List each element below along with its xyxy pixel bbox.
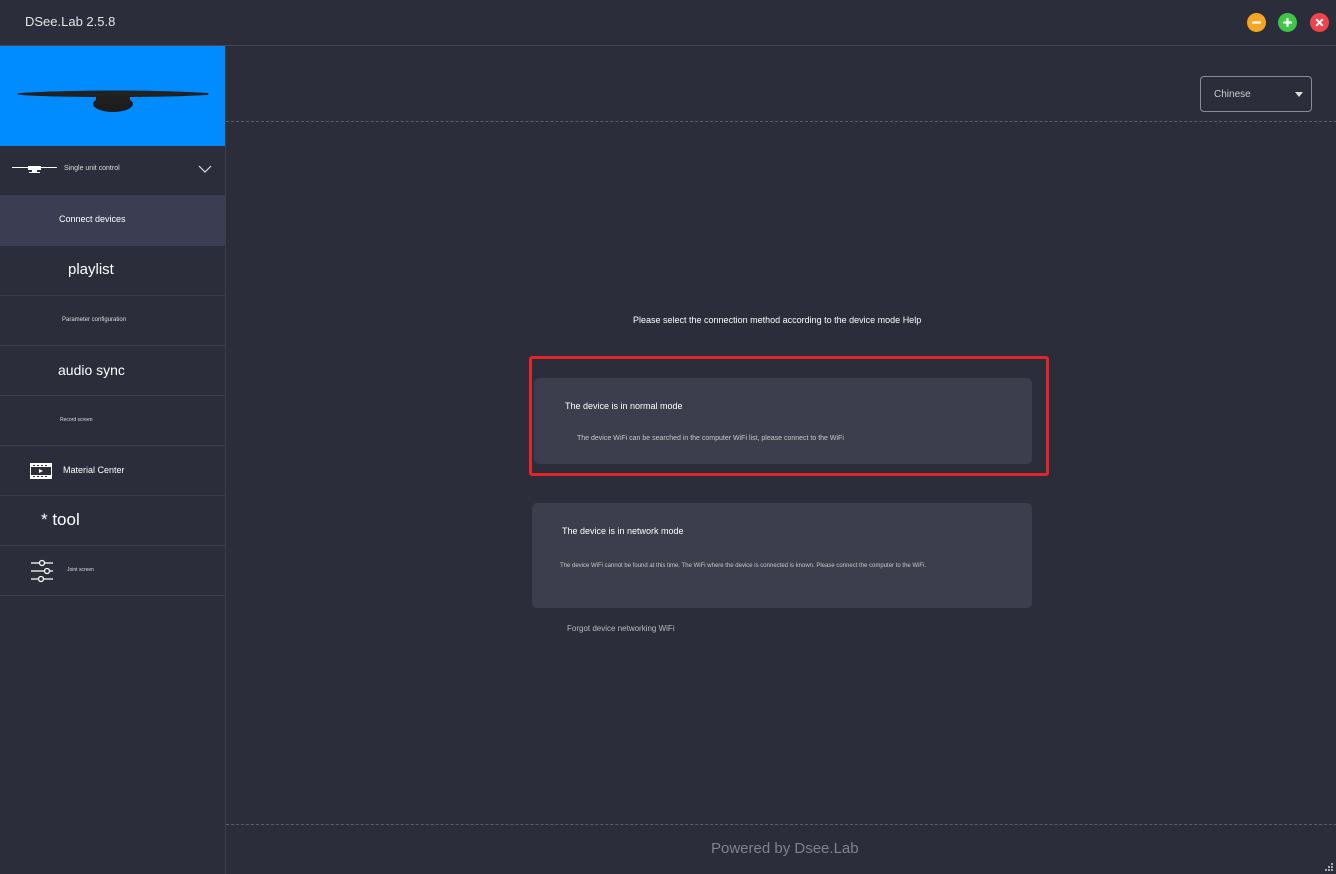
minimize-button[interactable]: [1247, 13, 1266, 32]
minus-icon: [1252, 21, 1261, 24]
language-select[interactable]: Chinese: [1200, 76, 1312, 112]
app-title: DSee.Lab 2.5.8: [25, 14, 116, 29]
sidebar-item-label: Joint screen: [67, 567, 94, 573]
fan-device-illustration: [17, 90, 209, 112]
resize-grip-icon[interactable]: [1322, 860, 1334, 872]
sidebar-item-label: audio sync: [58, 362, 125, 378]
sidebar-item-label: Material Center: [63, 465, 125, 475]
top-bar: Chinese: [226, 46, 1336, 122]
sidebar: Single unit control Connect devices play…: [0, 46, 225, 874]
sidebar-item-label: Parameter configuration: [62, 317, 127, 323]
main-content: Chinese Please select the connection met…: [225, 46, 1336, 874]
instruction-text: Please select the connection method acco…: [633, 315, 901, 325]
network-mode-card[interactable]: The device is in network mode The device…: [532, 503, 1032, 608]
connection-instruction: Please select the connection method acco…: [633, 315, 921, 325]
card-title: The device is in network mode: [562, 526, 684, 536]
maximize-button[interactable]: [1278, 13, 1297, 32]
sidebar-item-joint-screen[interactable]: Joint screen: [0, 546, 225, 596]
chevron-down-icon: [198, 165, 212, 173]
dropdown-arrow-icon: [1295, 92, 1303, 97]
sidebar-item-material-center[interactable]: Material Center: [0, 446, 225, 496]
sidebar-item-connect-devices[interactable]: Connect devices: [0, 196, 225, 246]
sidebar-item-label: Record screen: [60, 417, 93, 423]
group-label: Single unit control: [64, 165, 120, 172]
monitor-icon: [12, 166, 57, 173]
normal-mode-card[interactable]: The device is in normal mode The device …: [534, 378, 1032, 464]
title-bar: DSee.Lab 2.5.8: [0, 0, 1336, 46]
sliders-icon: [31, 559, 53, 583]
close-button[interactable]: [1310, 13, 1329, 32]
sidebar-item-playlist[interactable]: playlist: [0, 246, 225, 296]
language-select-value: Chinese: [1214, 89, 1251, 100]
sidebar-item-record-screen[interactable]: Record screen: [0, 396, 225, 446]
close-icon: [1315, 18, 1324, 27]
card-title: The device is in normal mode: [565, 401, 683, 411]
sidebar-item-label: Connect devices: [59, 214, 126, 224]
sidebar-item-tool[interactable]: * tool: [0, 496, 225, 546]
card-description: The device WiFi cannot be found at this …: [560, 563, 927, 569]
help-link[interactable]: Help: [903, 315, 922, 325]
film-icon: [30, 463, 52, 479]
sidebar-item-label: * tool: [41, 510, 80, 529]
forgot-networking-wifi-link[interactable]: Forgot device networking WiFi: [567, 624, 675, 633]
sidebar-item-parameter-configuration[interactable]: Parameter configuration: [0, 296, 225, 346]
powered-by-text: Powered by Dsee.Lab: [711, 840, 859, 857]
card-description: The device WiFi can be searched in the c…: [577, 435, 844, 442]
device-image: [0, 46, 225, 146]
sidebar-item-label: playlist: [68, 261, 114, 278]
sidebar-item-audio-sync[interactable]: audio sync: [0, 346, 225, 396]
plus-icon: [1283, 18, 1292, 27]
footer: Powered by Dsee.Lab: [226, 824, 1336, 874]
single-unit-control-group[interactable]: Single unit control: [0, 146, 225, 196]
